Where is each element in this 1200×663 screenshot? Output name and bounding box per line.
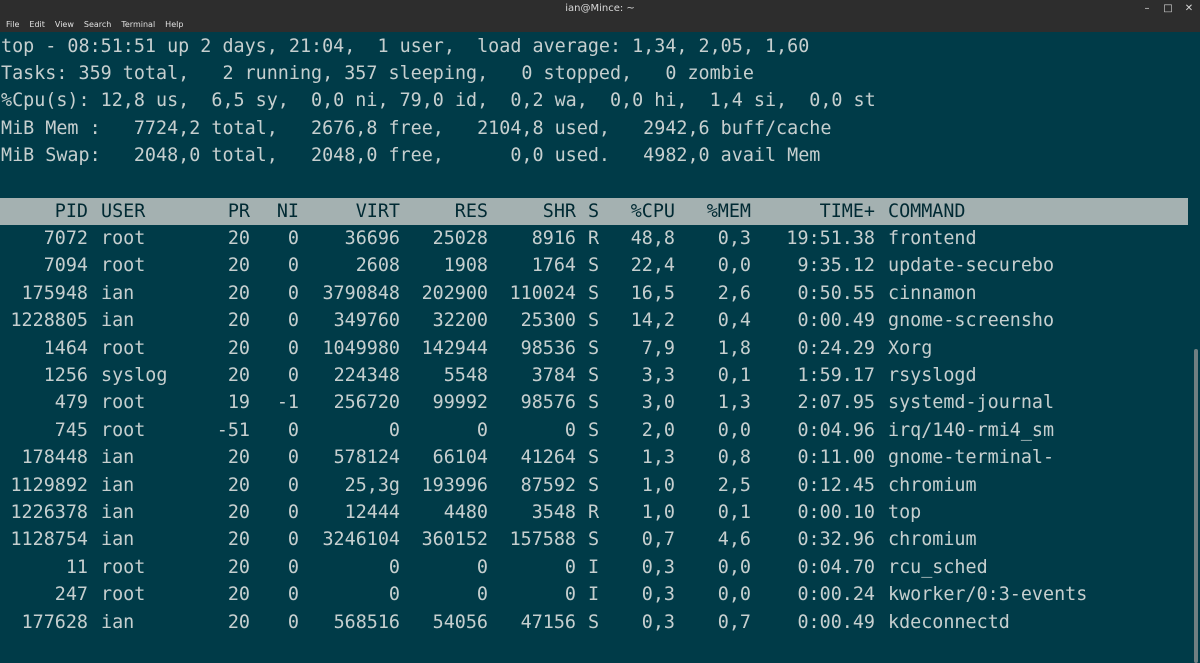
title-bar[interactable]: ian@Mince: ~ – □ ✕	[0, 0, 1200, 17]
cell-command: update-securebo	[888, 255, 1055, 277]
cell-command: Xorg	[888, 337, 933, 359]
table-row: 1128754 ian 20 0 3246104 360152 157588 S 0,7 4,6 0…	[0, 526, 1188, 553]
summary-uptime-line: top - 08:51:51 up 2 days, 21:04, 1 user,…	[1, 36, 810, 57]
table-row: 1129892 ian 20 0 25,3g 193996 87592 S 1,0 2,5 0:12…	[0, 472, 1188, 499]
cell-time: 1:59.17	[797, 365, 875, 386]
table-row: 11 root 20 0 0 0 0 I 0,3 0,0 0:04.70 rcu_sched	[0, 554, 1188, 581]
cell-command: rsyslogd	[888, 365, 977, 386]
cell-time: 0:00.24	[797, 584, 875, 606]
cell-command: irq/140-rmi4_sm	[888, 419, 1055, 441]
cell-command: rcu_sched	[888, 556, 988, 578]
cell-command: cinnamon	[888, 282, 977, 304]
table-row: 7094 root 20 0 2608 1908 1764 S 22,4 0,0 9:35.12 up…	[0, 252, 1188, 279]
cell-time: 0:04.96	[797, 419, 875, 441]
cell-command: systemd-journal	[888, 392, 1055, 414]
summary-swap-line: MiB Swap: 2048,0 total, 2048,0 free, 0,0…	[1, 145, 821, 166]
table-row: 7072 root 20 0 36696 25028 8916 R 48,8 0,3 19:51.3…	[0, 225, 1188, 252]
scrollbar-thumb[interactable]	[1194, 349, 1198, 663]
cell-time: 0:24.29	[797, 337, 875, 359]
table-row: 1226378 ian 20 0 12444 4480 3548 R 1,0 0,1 0:00.10…	[0, 499, 1188, 526]
terminal-window: ian@Mince: ~ – □ ✕ File Edit View Search…	[0, 0, 1200, 663]
cell-command: kdeconnectd	[888, 611, 1010, 633]
table-row: 479 root 19 -1 256720 99992 98576 S 3,0 1,3 2:07.9…	[0, 389, 1188, 416]
table-row: 175948 ian 20 0 3790848 202900 110024 S 16,5 2,6 0…	[0, 280, 1188, 307]
window-title: ian@Mince: ~	[565, 3, 635, 14]
terminal-scrollbar[interactable]	[1188, 32, 1200, 663]
terminal-output[interactable]: top - 08:51:51 up 2 days, 21:04, 1 user,…	[0, 32, 1188, 663]
close-icon[interactable]: ✕	[1184, 0, 1194, 17]
summary-tasks-line: Tasks: 359 total, 2 running, 357 sleepin…	[1, 63, 754, 84]
summary-mem-line: MiB Mem : 7724,2 total, 2676,8 free, 210…	[1, 118, 832, 139]
menu-edit[interactable]: Edit	[27, 17, 51, 32]
table-row: 1228805 ian 20 0 349760 32200 25300 S 14,2 0,4 0:0…	[0, 307, 1188, 334]
cell-time: 0:12.45	[797, 474, 875, 496]
table-row: 1256 syslog 20 0 224348 5548 3784 S 3,3 0,1 1:59.1…	[0, 362, 1188, 389]
cell-command: top	[888, 502, 922, 523]
cell-time: 2:07.95	[797, 392, 875, 414]
cell-command: chromium	[888, 474, 977, 496]
cell-command: gnome-terminal-	[888, 447, 1055, 469]
cell-command: frontend	[888, 228, 977, 249]
cell-time: 0:00.10	[797, 502, 875, 523]
menu-help[interactable]: Help	[163, 17, 189, 32]
menu-bar: File Edit View Search Terminal Help	[0, 17, 1200, 32]
column-header-time: TIME+	[819, 201, 875, 222]
table-row: 247 root 20 0 0 0 0 I 0,3 0,0 0:00.24 kworker/0:3-e…	[0, 581, 1188, 608]
menu-file[interactable]: File	[4, 17, 25, 32]
menu-search[interactable]: Search	[82, 17, 117, 32]
menu-view[interactable]: View	[53, 17, 80, 32]
cell-time: 0:32.96	[797, 529, 875, 551]
cell-time: 0:11.00	[797, 447, 875, 469]
table-row: 1464 root 20 0 1049980 142944 98536 S 7,9 1,8 0:24…	[0, 335, 1188, 362]
cell-time: 9:35.12	[797, 255, 875, 277]
table-row: 178448 ian 20 0 578124 66104 41264 S 1,3 0,8 0:11.…	[0, 444, 1188, 471]
window-controls: – □ ✕	[1142, 0, 1194, 17]
cell-time: 0:50.55	[797, 282, 875, 304]
minimize-icon[interactable]: –	[1142, 0, 1152, 17]
summary-cpu-line: %Cpu(s): 12,8 us, 6,5 sy, 0,0 ni, 79,0 i…	[1, 90, 876, 111]
cell-command: gnome-screensho	[888, 310, 1055, 332]
menu-terminal[interactable]: Terminal	[119, 17, 161, 32]
cell-time: 0:00.49	[797, 611, 875, 633]
cell-command: kworker/0:3-events	[888, 584, 1088, 606]
cell-time: 0:00.49	[797, 310, 875, 332]
table-row: 745 root -51 0 0 0 0 S 2,0 0,0 0:04.96 irq/140-rmi4…	[0, 417, 1188, 444]
cell-time: 19:51.38	[786, 228, 875, 249]
cell-time: 0:04.70	[797, 556, 875, 578]
process-table-header: PID USER PR NI VIRT RES SHR S %CPU %MEM TIME+ COMMA…	[0, 198, 1188, 225]
cell-command: chromium	[888, 529, 977, 551]
column-header-command: COMMAND	[888, 201, 966, 222]
table-row: 177628 ian 20 0 568516 54056 47156 S 0,3 0,7 0:00.…	[0, 609, 1188, 636]
maximize-icon[interactable]: □	[1163, 0, 1173, 17]
